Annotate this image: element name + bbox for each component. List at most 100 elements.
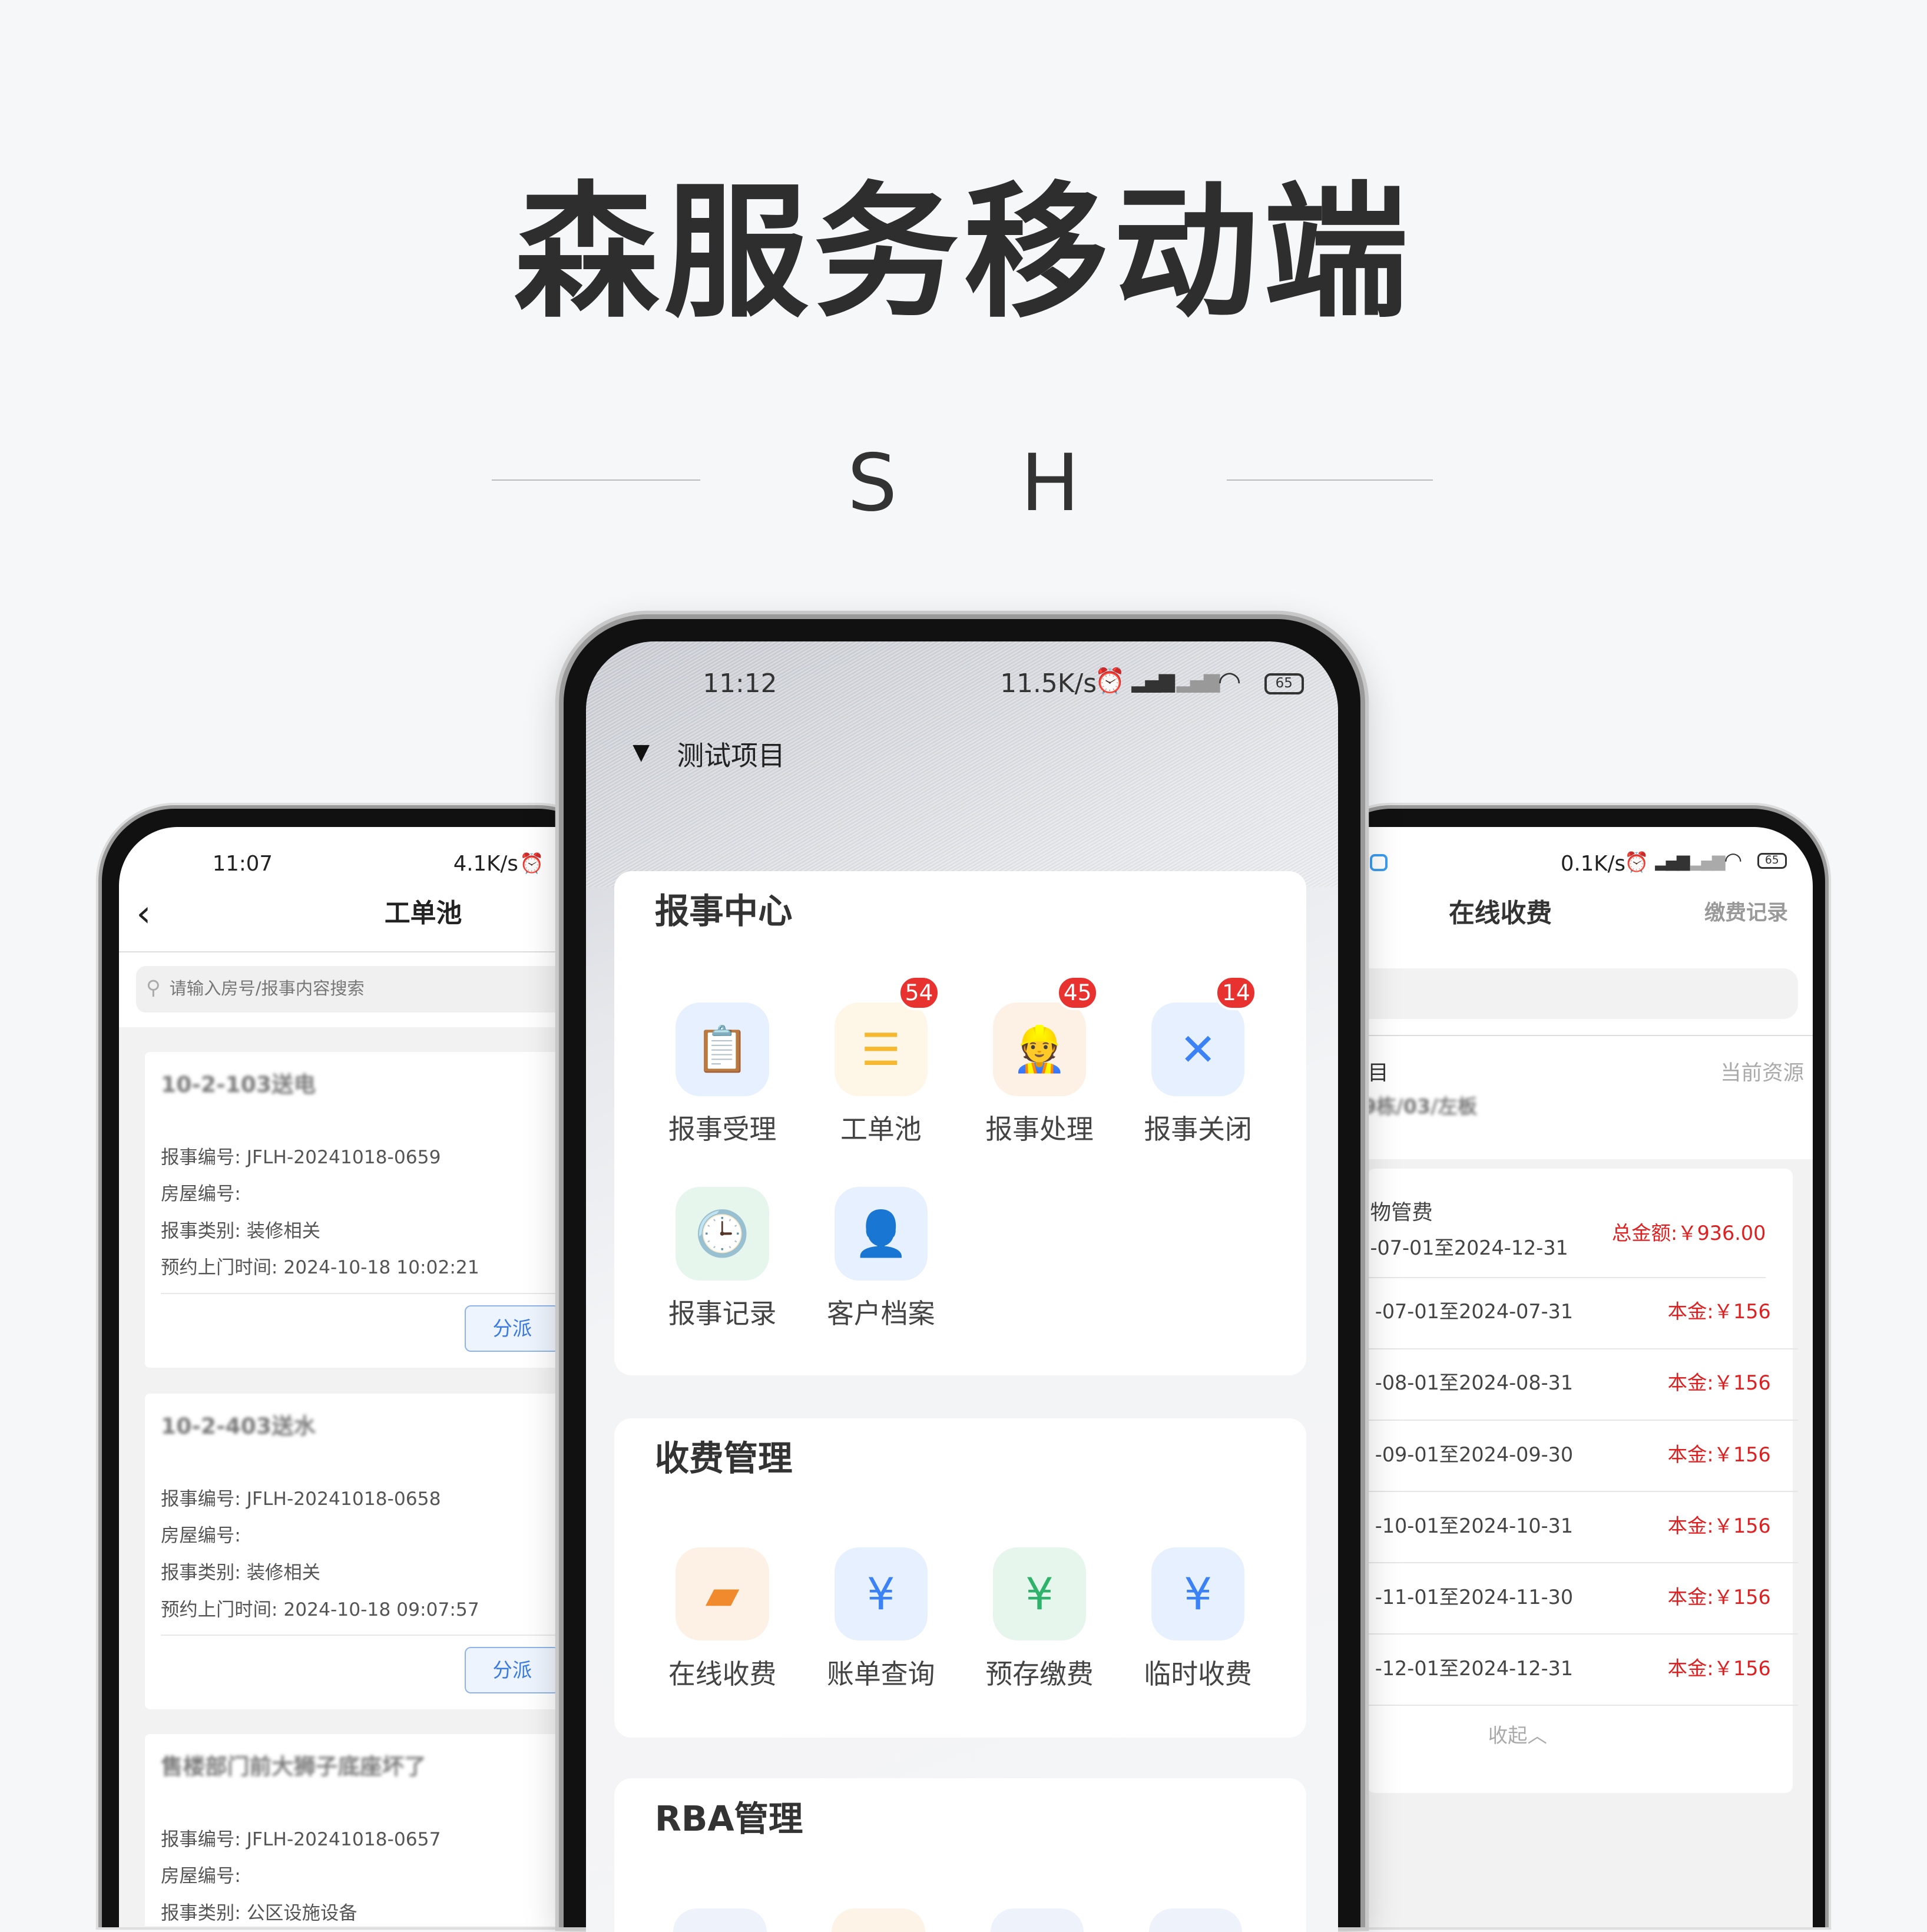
count-badge: 14 <box>1215 975 1257 1010</box>
hand-coin-icon: ¥ <box>1151 1547 1245 1641</box>
back-icon[interactable]: ‹ <box>136 891 151 935</box>
header-divider <box>119 951 611 952</box>
house-number: 房屋编号: <box>161 1183 241 1205</box>
menu-item-label: 报事记录 <box>668 1298 777 1330</box>
menu-item-label: 在线收费 <box>668 1658 777 1690</box>
work-order-card[interactable]: 10-2-403送水 报事编号: JFLH-20241018-0658 房屋编号… <box>144 1394 611 1710</box>
alarm-icon: ⏰ <box>519 851 544 875</box>
card-divider <box>161 1635 611 1636</box>
project-selector[interactable]: 测试项目 <box>677 740 785 772</box>
menu-item[interactable]: 📋 报事受理 <box>648 1003 796 1146</box>
clipboard-close-icon: ✕ 14 <box>1151 975 1257 1096</box>
total-amount: 总金额:￥936.00 <box>1611 1221 1766 1245</box>
status-speed: 11.5K/s <box>1000 668 1097 699</box>
fee-row[interactable]: -10-01至2024-10-31 本金:￥156 <box>1368 1492 1798 1563</box>
count-badge: 45 <box>1057 975 1099 1010</box>
fee-area: 物管费 -07-01至2024-12-31 总金额:￥936.00 -07-01… <box>1318 1159 1813 1927</box>
rba-icon[interactable] <box>673 1908 767 1932</box>
fee-period: -11-01至2024-11-30 <box>1375 1585 1574 1609</box>
work-order-card[interactable]: 售楼部门前大狮子底座坏了 报事编号: JFLH-20241018-0657 房屋… <box>144 1734 611 1926</box>
fee-row[interactable]: -09-01至2024-09-30 本金:￥156 <box>1368 1421 1798 1492</box>
collapse-button[interactable]: 收起︿ <box>1488 1724 1547 1748</box>
clipboard-edit-icon: 📋 <box>676 1003 769 1096</box>
menu-item-label: 临时收费 <box>1144 1658 1252 1690</box>
menu-item[interactable]: ☰ 54 工单池 <box>807 975 955 1146</box>
divider-right <box>1226 479 1433 481</box>
battery-icon: 65 <box>1757 852 1787 869</box>
menu-item[interactable]: ¥ 账单查询 <box>807 1547 955 1690</box>
status-speed: 0.1K/s <box>1560 851 1625 876</box>
section-fee-management: 收费管理 ▰ 在线收费 ¥ 账单查询 ¥ 预存缴费 ¥ 临时收费 <box>614 1418 1306 1738</box>
left-phone: 11:07 4.1K/s ⏰ ‹ 工单池 ⚲ 请输入房号/报事内容搜索 10-2… <box>98 805 615 1927</box>
fee-amount: 本金:￥156 <box>1667 1585 1771 1609</box>
section-report-center: 报事中心 📋 报事受理 ☰ 54 工单池 👷 45 报事处理 ✕ 14 报事关闭 🕒 报事记录 👤 客户档案 <box>614 871 1306 1375</box>
clipboard-clock-icon: 🕒 <box>676 1187 769 1281</box>
worker-repair-icon: 👷 45 <box>992 975 1099 1096</box>
menu-item[interactable]: ▰ 在线收费 <box>648 1547 796 1690</box>
fee-range: -07-01至2024-12-31 <box>1370 1236 1568 1259</box>
user-search-icon: 👤 <box>834 1187 928 1281</box>
menu-item[interactable]: ¥ 预存缴费 <box>966 1547 1113 1690</box>
menu-item[interactable]: 👷 45 报事处理 <box>966 975 1113 1146</box>
order-category: 报事类别: 装修相关 <box>161 1220 320 1242</box>
room-title: 售楼部门前大狮子底座坏了 <box>161 1754 426 1780</box>
menu-item[interactable]: 👤 客户档案 <box>807 1187 955 1330</box>
order-category: 报事类别: 装修相关 <box>161 1562 320 1583</box>
current-resource-link[interactable]: 当前资源 <box>1720 1061 1804 1086</box>
fee-period: -07-01至2024-07-31 <box>1375 1300 1574 1324</box>
search-input[interactable]: ⚲ 请输入房号/报事内容搜索 <box>136 965 604 1013</box>
menu-item[interactable]: ✕ 14 报事关闭 <box>1124 975 1272 1146</box>
rba-icon[interactable] <box>832 1908 925 1932</box>
right-screen: 0.1K/s ⏰ ▂▄▆ ▂▄▆ ◠ 65 在线收费 缴费记录 目 当前资源 9… <box>1318 827 1813 1927</box>
section-title: 报事中心 <box>654 891 793 932</box>
fee-period: -10-01至2024-10-31 <box>1375 1514 1574 1537</box>
room-title: 10-2-103送电 <box>161 1071 316 1098</box>
fee-row[interactable]: -07-01至2024-07-31 本金:￥156 <box>1368 1278 1798 1349</box>
rba-icon[interactable] <box>1148 1908 1243 1932</box>
search-input[interactable] <box>1318 968 1798 1019</box>
signal-icon: ▂▄▆ ▂▄▆ <box>1131 668 1220 693</box>
section-title: 收费管理 <box>654 1438 793 1479</box>
caret-down-icon[interactable]: ▼ <box>633 739 650 765</box>
fee-row[interactable]: -08-01至2024-08-31 本金:￥156 <box>1368 1349 1798 1421</box>
menu-item-label: 工单池 <box>840 1113 922 1146</box>
menu-item-label: 报事关闭 <box>1144 1113 1252 1146</box>
menu-item-label: 预存缴费 <box>985 1658 1094 1690</box>
fee-name: 物管费 <box>1370 1200 1433 1225</box>
fee-amount: 本金:￥156 <box>1667 1514 1771 1537</box>
rba-icon[interactable] <box>990 1908 1084 1932</box>
fee-amount: 本金:￥156 <box>1667 1371 1771 1395</box>
order-category: 报事类别: 公区设施设备 <box>161 1902 357 1924</box>
list-area: 10-2-103送电 报事编号: JFLH-20241018-0659 房屋编号… <box>119 1027 611 1927</box>
project-label: 目 <box>1368 1060 1389 1085</box>
fee-amount: 本金:￥156 <box>1667 1443 1771 1466</box>
fee-period: -09-01至2024-09-30 <box>1375 1443 1574 1466</box>
compass-icon <box>1370 854 1388 872</box>
house-number: 房屋编号: <box>161 1525 241 1547</box>
center-phone: 11:12 11.5K/s ⏰ ▂▄▆ ▂▄▆ ◠ 65 ▼ 测试项目 报事中心… <box>559 614 1366 1932</box>
menu-item-label: 客户档案 <box>827 1298 935 1330</box>
money-bag-icon: ¥ <box>834 1547 928 1641</box>
section-title: RBA管理 <box>654 1798 803 1839</box>
fee-row[interactable]: -12-01至2024-12-31 本金:￥156 <box>1368 1635 1798 1706</box>
menu-item[interactable]: ¥ 临时收费 <box>1124 1547 1272 1690</box>
payment-records-link[interactable]: 缴费记录 <box>1704 901 1788 926</box>
menu-item-label: 报事受理 <box>668 1113 777 1146</box>
fee-card: 物管费 -07-01至2024-12-31 总金额:￥936.00 -07-01… <box>1368 1169 1798 1794</box>
signal-icon: ▂▄▆ ▂▄▆ <box>1655 850 1726 871</box>
work-order-card[interactable]: 10-2-103送电 报事编号: JFLH-20241018-0659 房屋编号… <box>144 1051 611 1368</box>
appointment-time: 预约上门时间: 2024-10-18 09:07:57 <box>161 1599 479 1620</box>
menu-item[interactable]: 🕒 报事记录 <box>648 1187 796 1330</box>
stage: 森服务移动端 S H 11:07 4.1K/s ⏰ ‹ 工单池 ⚲ 请输入房号/… <box>0 0 1927 1932</box>
room-title: 10-2-403送水 <box>161 1413 316 1440</box>
battery-icon: 65 <box>1264 673 1304 694</box>
page-subheading: S H <box>847 437 1129 529</box>
fee-row[interactable]: -11-01至2024-11-30 本金:￥156 <box>1368 1563 1798 1635</box>
status-time: 11:12 <box>703 668 777 699</box>
card-divider <box>161 1292 611 1295</box>
cash-icon: ¥ <box>992 1547 1087 1641</box>
alarm-icon: ⏰ <box>1094 666 1125 695</box>
status-time: 11:07 <box>212 851 273 876</box>
dispatch-button[interactable]: 分派 <box>464 1305 561 1352</box>
dispatch-button[interactable]: 分派 <box>464 1646 561 1694</box>
